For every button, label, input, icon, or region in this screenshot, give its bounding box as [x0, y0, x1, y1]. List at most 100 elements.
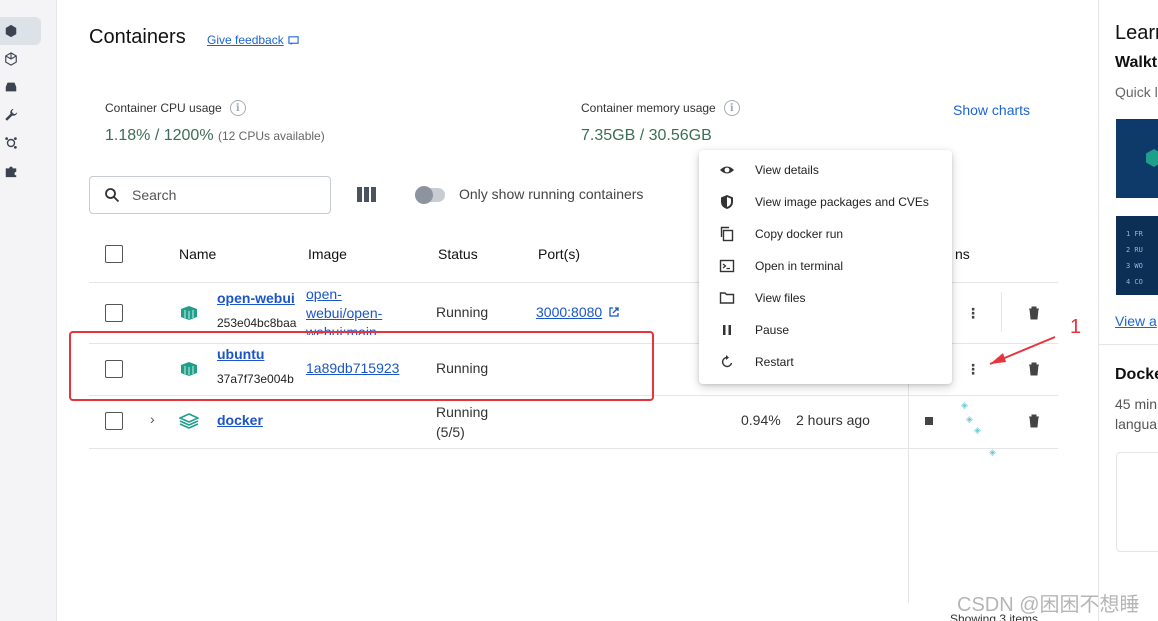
image-link-line: open-	[306, 286, 342, 302]
shield-icon	[721, 195, 733, 209]
column-header-name[interactable]: Name	[179, 246, 216, 262]
cpu-usage-label-text: Container CPU usage	[105, 101, 222, 115]
menu-item-view-details[interactable]: View details	[699, 154, 952, 186]
annotation-highlight-box	[69, 331, 654, 401]
memory-total: 30.56GB	[648, 127, 712, 144]
port-link-label: 3000:8080	[536, 304, 603, 320]
page-title: Containers	[89, 26, 186, 48]
drive-icon	[5, 82, 17, 92]
containers-nav-icon[interactable]	[0, 17, 41, 45]
info-icon[interactable]: i	[229, 100, 246, 116]
course-language: langua	[1115, 416, 1158, 432]
trash-icon[interactable]	[1028, 414, 1040, 428]
walkthrough-card[interactable]	[1116, 119, 1158, 198]
code-card[interactable]: 1 FR 2 RU 3 WO 4 CO	[1116, 216, 1158, 295]
columns-icon[interactable]	[357, 187, 377, 202]
column-header-ports[interactable]: Port(s)	[538, 246, 580, 262]
container-id: 253e04bc8baa	[217, 316, 297, 330]
learning-center-panel: Learn Walkt Quick l 1 FR2 RU3 WO4 CO Vie…	[1098, 0, 1158, 621]
action-divider	[1001, 292, 1002, 332]
loading-spinner-icon: ◈	[961, 400, 968, 410]
images-nav-icon[interactable]	[0, 45, 41, 73]
more-options-icon[interactable]: ⋮	[966, 306, 980, 320]
code-line-numbers: 1 FR 2 RU 3 WO 4 CO	[1126, 230, 1143, 286]
watermark-text: CSDN @困困不想睡	[957, 594, 1140, 616]
course-card[interactable]	[1116, 452, 1158, 552]
menu-item-copy-docker-run[interactable]: Copy docker run	[699, 218, 952, 250]
column-header-actions: ns	[955, 246, 970, 262]
cube-icon	[5, 24, 17, 38]
hexagon-icon	[1146, 149, 1158, 167]
memory-value: 7.35GB	[581, 127, 636, 144]
row-checkbox[interactable]	[105, 304, 123, 322]
container-name-link[interactable]: open-webui	[217, 290, 295, 306]
status-text: Running (5/5)	[436, 402, 488, 442]
view-all-link[interactable]: View a	[1115, 313, 1157, 329]
container-icon	[181, 306, 197, 320]
status-line: (5/5)	[436, 424, 465, 440]
wrench-icon	[5, 108, 18, 121]
port-link[interactable]: 3000:8080	[536, 304, 620, 320]
search-icon	[105, 188, 120, 203]
give-feedback-label: Give feedback	[207, 33, 284, 47]
status-line: Running	[436, 404, 489, 420]
menu-item-label: Restart	[755, 355, 794, 369]
cpu-usage-value: 1.18% / 1200% (12 CPUs available)	[105, 127, 325, 144]
cpu-note: (12 CPUs available)	[218, 129, 325, 143]
left-sidebar	[0, 0, 57, 621]
menu-item-pause[interactable]: Pause	[699, 314, 952, 346]
scout-nav-icon[interactable]	[0, 129, 41, 157]
column-header-status[interactable]: Status	[438, 246, 478, 262]
more-options-icon[interactable]: ⋮	[966, 362, 980, 376]
column-header-image[interactable]: Image	[308, 246, 347, 262]
stop-icon[interactable]	[925, 417, 933, 425]
quick-start-text: Quick l	[1115, 84, 1158, 100]
row-checkbox[interactable]	[105, 412, 123, 430]
memory-usage-label-text: Container memory usage	[581, 101, 716, 115]
select-all-checkbox[interactable]	[105, 245, 123, 263]
search-input[interactable]: Search	[89, 176, 331, 214]
eye-icon	[720, 166, 734, 174]
search-placeholder: Search	[132, 187, 177, 203]
trash-icon[interactable]	[1028, 362, 1040, 376]
terminal-icon	[719, 259, 735, 273]
trash-icon[interactable]	[1028, 306, 1040, 320]
cpu-value: 1.18%	[105, 127, 151, 144]
menu-item-view-files[interactable]: View files	[699, 282, 952, 314]
give-feedback-link[interactable]: Give feedback	[207, 33, 299, 47]
menu-item-open-in-terminal[interactable]: Open in terminal	[699, 250, 952, 282]
menu-item-view-image-packages[interactable]: View image packages and CVEs	[699, 186, 952, 218]
image-link[interactable]: open- webui/open- webui:main	[306, 285, 382, 335]
running-only-toggle[interactable]	[415, 186, 445, 204]
pause-icon	[723, 325, 731, 335]
folder-icon	[719, 292, 735, 304]
status-text: Running	[436, 304, 489, 320]
row-divider	[89, 448, 1058, 449]
dev-env-nav-icon[interactable]	[0, 101, 41, 129]
scout-icon	[5, 137, 17, 149]
extensions-nav-icon[interactable]	[0, 157, 41, 185]
cpu-usage-label: Container CPU usage i	[105, 100, 246, 116]
restart-icon	[721, 355, 733, 368]
info-icon[interactable]: i	[723, 100, 740, 116]
cube-outline-icon	[5, 52, 17, 66]
menu-item-label: Open in terminal	[755, 259, 844, 273]
expand-chevron-icon[interactable]: ›	[150, 411, 155, 427]
annotation-label-1: 1	[1070, 316, 1082, 338]
container-context-menu: View details View image packages and CVE…	[699, 150, 952, 384]
menu-item-label: View details	[755, 163, 819, 177]
menu-item-label: View image packages and CVEs	[755, 195, 929, 209]
show-charts-link[interactable]: Show charts	[953, 102, 1030, 118]
loading-spinner-icon: ◈	[989, 447, 996, 457]
copy-icon	[720, 226, 734, 242]
menu-item-restart[interactable]: Restart	[699, 346, 952, 378]
cpu-percent: 0.94%	[741, 412, 781, 428]
learning-heading: Learn	[1115, 22, 1158, 44]
volumes-nav-icon[interactable]	[0, 73, 41, 101]
stack-icon	[179, 413, 199, 429]
puzzle-icon	[5, 166, 17, 178]
compose-name-link[interactable]: docker	[217, 412, 263, 428]
panel-divider	[1099, 344, 1158, 345]
loading-spinner-icon: ◈	[974, 425, 981, 435]
running-only-label: Only show running containers	[459, 186, 644, 202]
